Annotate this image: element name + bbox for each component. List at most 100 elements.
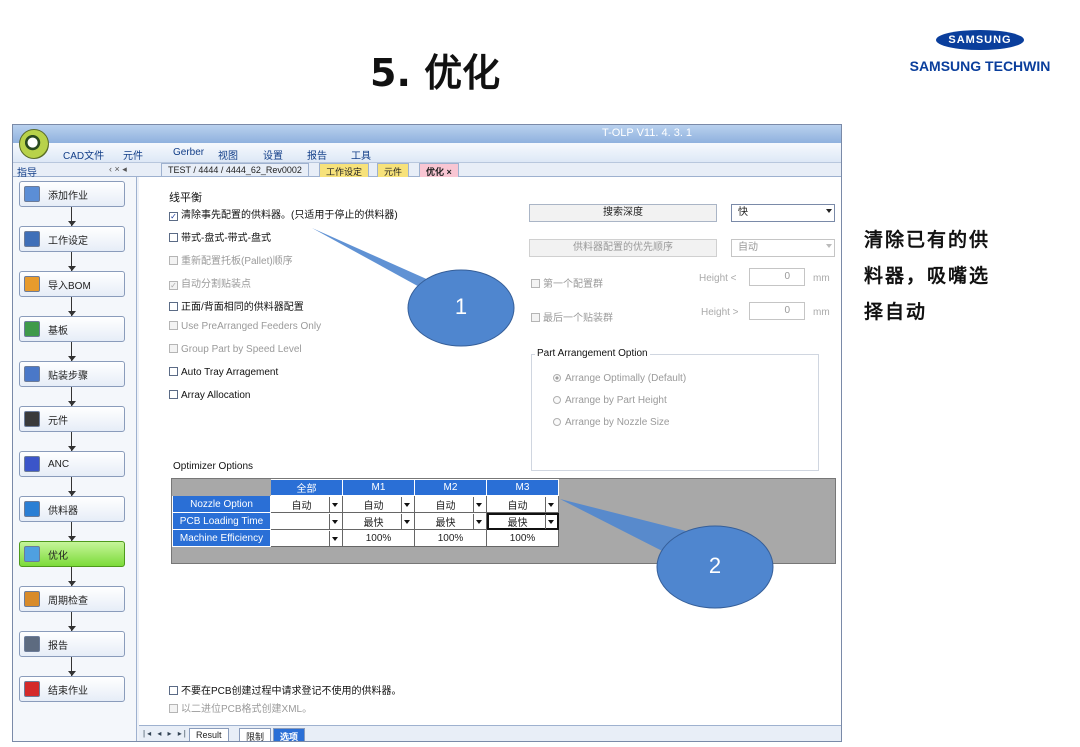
sidebar-item-label: 添加作业 xyxy=(48,190,88,202)
pcb-load-m3-select[interactable]: 最快 xyxy=(486,512,559,530)
option-binary-xml: 以二进位PCB格式创建XML。 xyxy=(169,700,312,715)
pcb-load-m2-select[interactable]: 最快 xyxy=(414,512,487,530)
checkbox[interactable] xyxy=(169,233,178,242)
checkbox[interactable] xyxy=(169,390,178,399)
unit-mm: mm xyxy=(813,307,830,318)
sidebar-item-report[interactable]: 报告 xyxy=(19,631,125,657)
sidebar-item-cycle-check[interactable]: 周期检查 xyxy=(19,586,125,612)
sheet-tab-result[interactable]: Result xyxy=(189,728,229,741)
sidebar-item-end-job[interactable]: 结束作业 xyxy=(19,676,125,702)
efficiency-all-select[interactable] xyxy=(270,529,343,547)
chevron-down-icon xyxy=(401,513,411,529)
checkbox[interactable] xyxy=(169,302,178,311)
row-header: PCB Loading Time xyxy=(172,512,271,530)
efficiency-m2-cell[interactable]: 100% xyxy=(414,529,487,547)
mount-step-icon xyxy=(24,366,40,382)
report-icon xyxy=(24,636,40,652)
table-header-row: 全部 M1 M2 M3 xyxy=(172,479,559,496)
height-last-input: 0 xyxy=(749,302,805,320)
sidebar-item-feeder[interactable]: 供料器 xyxy=(19,496,125,522)
sidebar-item-label: 周期检查 xyxy=(48,595,88,607)
sheet-nav-arrows[interactable]: |◂ ◂ ▸ ▸| xyxy=(143,729,188,738)
menu-gerber[interactable]: Gerber xyxy=(173,147,204,158)
nozzle-m3-select[interactable]: 自动 xyxy=(486,495,559,513)
sidebar-item-optimize[interactable]: 优化 xyxy=(19,541,125,567)
chevron-down-icon xyxy=(545,513,555,529)
option-auto-split: ✓ 自动分割贴装点 xyxy=(169,279,251,290)
sidebar-item-label: 导入BOM xyxy=(48,280,91,292)
nav-panel-controls[interactable]: ‹ × ◂ xyxy=(109,164,127,175)
option-tape-tray[interactable]: 带式-盘式-带式-盘式 xyxy=(169,229,271,244)
search-depth-select[interactable]: 快 xyxy=(731,204,835,222)
sidebar-item-work-setting[interactable]: 工作设定 xyxy=(19,226,125,252)
optimizer-grid-area: 全部 M1 M2 M3 Nozzle Option 自动 自动 自动 自动 PC… xyxy=(171,478,836,564)
chevron-down-icon xyxy=(473,496,483,512)
efficiency-m1-cell[interactable]: 100% xyxy=(342,529,415,547)
chevron-down-icon xyxy=(826,209,832,213)
app-window: T-OLP V11. 4. 3. 1 CAD文件 元件 Gerber 视图 设置… xyxy=(12,124,842,742)
option-last-group: 最后一个贴装群 xyxy=(531,309,613,324)
sheet-tab-options[interactable]: 选项 xyxy=(273,728,306,741)
sidebar-item-label: 元件 xyxy=(48,415,68,427)
nozzle-m2-select[interactable]: 自动 xyxy=(414,495,487,513)
menu-cad-file[interactable]: CAD文件 xyxy=(63,147,104,162)
option-auto-tray[interactable]: Auto Tray Arragement xyxy=(169,367,278,378)
menu-tools[interactable]: 工具 xyxy=(351,147,371,162)
table-row: PCB Loading Time 最快 最快 最快 xyxy=(172,512,559,530)
column-header: M3 xyxy=(486,479,559,496)
checkbox[interactable] xyxy=(169,367,178,376)
option-prearranged-only: Use PreArranged Feeders Only xyxy=(169,321,321,332)
option-array-allocation[interactable]: Array Allocation xyxy=(169,390,250,401)
brand-name: SAMSUNG TECHWIN xyxy=(909,58,1051,74)
sidebar-item-add-job[interactable]: 添加作业 xyxy=(19,181,125,207)
pcb-load-m1-select[interactable]: 最快 xyxy=(342,512,415,530)
tab-job-path[interactable]: TEST / 4444 / 4444_62_Rev0002 xyxy=(161,163,309,177)
checkbox[interactable] xyxy=(169,686,178,695)
sidebar-item-label: 供料器 xyxy=(48,505,78,517)
menu-settings[interactable]: 设置 xyxy=(263,147,283,162)
nozzle-all-select[interactable]: 自动 xyxy=(270,495,343,513)
callout-2-number: 2 xyxy=(708,553,722,578)
chevron-down-icon xyxy=(545,496,555,512)
chevron-down-icon xyxy=(473,513,483,529)
search-depth-label: 搜索深度 xyxy=(529,204,717,222)
option-same-feeder-sides[interactable]: 正面/背面相同的供料器配置 xyxy=(169,298,304,313)
side-note-line: 择自动 xyxy=(864,301,928,323)
tab-optimize[interactable]: 优化 × xyxy=(419,163,459,177)
nozzle-m1-select[interactable]: 自动 xyxy=(342,495,415,513)
option-clear-feeders[interactable]: ✓ 清除事先配置的供料器。(只适用于停止的供料器) xyxy=(169,206,398,221)
chevron-down-icon xyxy=(329,530,339,546)
part-arrangement-group xyxy=(531,354,819,471)
sidebar-item-anc[interactable]: ANC xyxy=(19,451,125,477)
optimizer-options-title: Optimizer Options xyxy=(173,461,254,472)
slide-title: 5. 优化 xyxy=(370,51,501,95)
checkbox-checked[interactable]: ✓ xyxy=(169,212,178,221)
anc-icon xyxy=(24,456,40,472)
optimizer-table: 全部 M1 M2 M3 Nozzle Option 自动 自动 自动 自动 PC… xyxy=(172,479,559,547)
menu-component[interactable]: 元件 xyxy=(123,147,143,162)
radio-arrange-by-nozzle: Arrange by Nozzle Size xyxy=(553,417,670,428)
sidebar-item-board[interactable]: 基板 xyxy=(19,316,125,342)
tab-work-setting[interactable]: 工作设定 xyxy=(319,163,370,177)
tab-component[interactable]: 元件 xyxy=(377,163,410,177)
side-note-line: 清除已有的供 xyxy=(864,229,991,251)
efficiency-m3-cell[interactable]: 100% xyxy=(486,529,559,547)
sidebar-item-import-bom[interactable]: 导入BOM xyxy=(19,271,125,297)
sheet-tab-limits[interactable]: 限制 xyxy=(239,728,272,741)
app-menu-orb-icon[interactable] xyxy=(19,129,49,159)
feeder-icon xyxy=(24,501,40,517)
option-no-unused-feeder-prompt[interactable]: 不要在PCB创建过程中请求登记不使用的供料器。 xyxy=(169,682,402,697)
menu-view[interactable]: 视图 xyxy=(218,147,238,162)
chevron-down-icon xyxy=(329,496,339,512)
sidebar-item-mount-step[interactable]: 贴装步骤 xyxy=(19,361,125,387)
menu-report[interactable]: 报告 xyxy=(307,147,327,162)
table-row: Machine Efficiency 100% 100% 100% xyxy=(172,529,559,547)
pcb-load-all-select[interactable] xyxy=(270,512,343,530)
sheet-tab-bar: |◂ ◂ ▸ ▸| Result 限制 选项 xyxy=(139,725,841,741)
app-title: T-OLP V11. 4. 3. 1 xyxy=(601,127,693,139)
sidebar-item-component[interactable]: 元件 xyxy=(19,406,125,432)
unit-mm: mm xyxy=(813,273,830,284)
cycle-check-icon xyxy=(24,591,40,607)
column-header: M1 xyxy=(342,479,415,496)
height-gt-label: Height > xyxy=(701,307,739,318)
